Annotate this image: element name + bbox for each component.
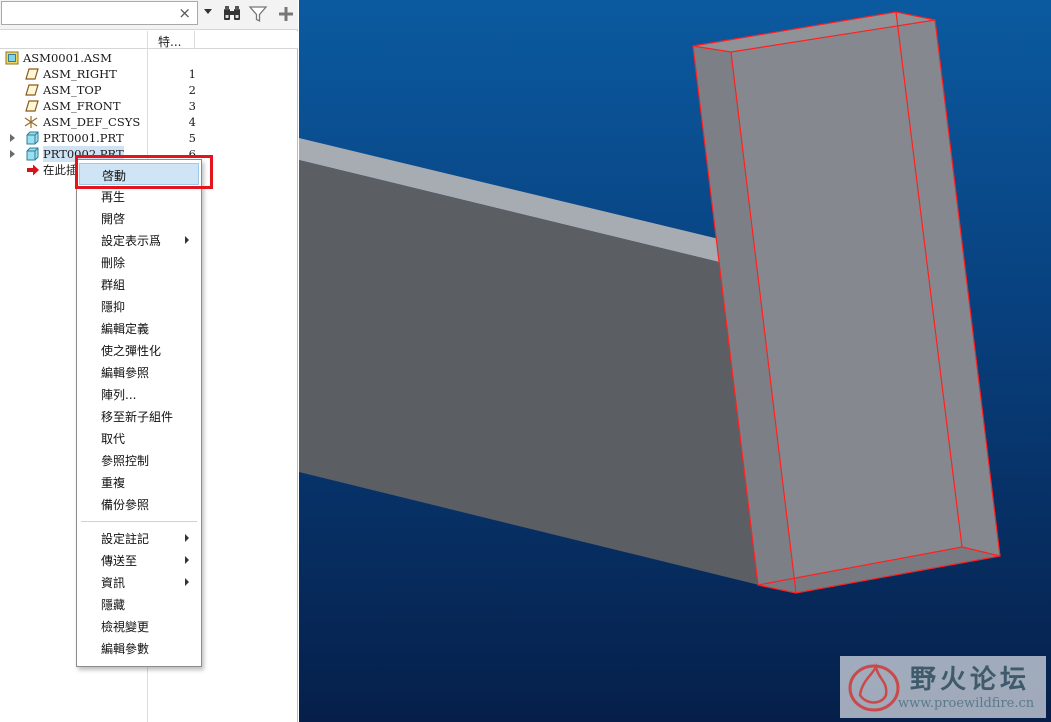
part-icon xyxy=(26,131,39,145)
clear-search-icon[interactable]: × xyxy=(178,3,191,23)
expand-arrow-icon[interactable] xyxy=(10,150,15,158)
tree-item-asm0001[interactable]: ASM0001.ASM xyxy=(0,50,297,66)
insert-here-arrow-icon xyxy=(27,164,39,176)
menu-item-delete[interactable]: 刪除 xyxy=(79,251,199,273)
menu-item-replace[interactable]: 取代 xyxy=(79,427,199,449)
menu-item-label: 隱藏 xyxy=(101,598,126,612)
menu-item-label: 刪除 xyxy=(101,256,126,270)
menu-item-label: 設定表示爲 xyxy=(101,234,162,248)
menu-item-pattern[interactable]: 陣列... xyxy=(79,383,199,405)
menu-item-label: 隱抑 xyxy=(101,300,126,314)
tree-item-label: PRT0001.PRT xyxy=(43,131,124,145)
graphics-viewport[interactable] xyxy=(299,0,1051,722)
menu-item-label: 移至新子組件 xyxy=(101,410,174,424)
menu-item-label: 再生 xyxy=(101,190,126,204)
menu-item-label: 資訊 xyxy=(101,576,126,590)
menu-item-label: 開啓 xyxy=(101,212,126,226)
feature-number: 1 xyxy=(188,67,196,81)
menu-separator xyxy=(81,521,197,522)
menu-item-label: 編輯定義 xyxy=(101,322,150,336)
search-input[interactable] xyxy=(4,4,174,22)
search-dropdown-icon[interactable] xyxy=(204,9,212,14)
expand-arrow-icon[interactable] xyxy=(10,134,15,142)
annotation-highlight-box xyxy=(75,155,213,189)
tree-item-asm-top[interactable]: ASM_TOP 2 xyxy=(0,82,297,98)
menu-item-label: 重複 xyxy=(101,476,126,490)
feature-number: 5 xyxy=(188,131,196,145)
watermark-url: www.proewildfire.cn xyxy=(898,696,1035,711)
tree-item-label: ASM_RIGHT xyxy=(43,67,117,81)
menu-item-label: 編輯參數 xyxy=(101,642,150,656)
menu-item-backup-references[interactable]: 備份參照 xyxy=(79,493,199,515)
filter-icon[interactable] xyxy=(248,4,268,24)
menu-item-label: 傳送至 xyxy=(101,554,138,568)
menu-item-label: 陣列... xyxy=(101,388,137,402)
part-icon xyxy=(26,147,39,161)
tree-item-asm-right[interactable]: ASM_RIGHT 1 xyxy=(0,66,297,82)
column-divider[interactable] xyxy=(194,31,195,49)
watermark: 野火论坛 www.proewildfire.cn xyxy=(840,656,1046,718)
submenu-arrow-icon xyxy=(185,534,189,542)
tree-item-asm-def-csys[interactable]: ASM_DEF_CSYS 4 xyxy=(0,114,297,130)
datum-plane-icon xyxy=(25,84,39,96)
submenu-arrow-icon xyxy=(185,236,189,244)
coordinate-system-icon xyxy=(24,116,38,128)
submenu-arrow-icon xyxy=(185,556,189,564)
submenu-arrow-icon xyxy=(185,578,189,586)
menu-item-hide[interactable]: 隱藏 xyxy=(79,593,199,615)
datum-plane-icon xyxy=(25,100,39,112)
tree-item-label: ASM_FRONT xyxy=(43,99,121,113)
tree-column-header: 特... xyxy=(0,31,298,49)
watermark-title: 野火论坛 xyxy=(910,665,1031,695)
feature-number: 4 xyxy=(188,115,196,129)
datum-plane-icon xyxy=(25,68,39,80)
menu-item-label: 取代 xyxy=(101,432,126,446)
menu-item-send-to[interactable]: 傳送至 xyxy=(79,549,199,571)
binoculars-icon[interactable] xyxy=(222,4,242,24)
menu-item-edit-parameters[interactable]: 編輯參數 xyxy=(79,637,199,659)
menu-item-reference-control[interactable]: 參照控制 xyxy=(79,449,199,471)
menu-item-set-representation[interactable]: 設定表示爲 xyxy=(79,229,199,251)
3d-model[interactable] xyxy=(299,0,1051,722)
menu-item-move-to-new-subassembly[interactable]: 移至新子組件 xyxy=(79,405,199,427)
feature-number: 2 xyxy=(188,83,196,97)
menu-item-set-annotations[interactable]: 設定註記 xyxy=(79,527,199,549)
menu-item-label: 參照控制 xyxy=(101,454,150,468)
tree-item-label: ASM_DEF_CSYS xyxy=(43,115,141,129)
assembly-icon xyxy=(5,51,19,65)
flame-logo-icon xyxy=(848,663,900,712)
menu-item-edit-references[interactable]: 編輯參照 xyxy=(79,361,199,383)
column-header-feature[interactable]: 特... xyxy=(158,33,181,50)
menu-item-info[interactable]: 資訊 xyxy=(79,571,199,593)
menu-item-repeat[interactable]: 重複 xyxy=(79,471,199,493)
menu-item-make-flexible[interactable]: 使之彈性化 xyxy=(79,339,199,361)
menu-item-label: 使之彈性化 xyxy=(101,344,162,358)
menu-item-label: 群組 xyxy=(101,278,126,292)
tree-item-prt0001[interactable]: PRT0001.PRT 5 xyxy=(0,130,297,146)
menu-item-label: 備份參照 xyxy=(101,498,150,512)
context-menu: 啓動 再生 開啓 設定表示爲 刪除 群組 隱抑 編輯定義 使之彈性化 編輯參照 … xyxy=(76,159,202,667)
menu-item-label: 檢視變更 xyxy=(101,620,150,634)
tree-item-label: ASM0001.ASM xyxy=(23,51,112,65)
model-tree-toolbar: × xyxy=(0,0,298,30)
menu-item-edit-definition[interactable]: 編輯定義 xyxy=(79,317,199,339)
search-box[interactable]: × xyxy=(1,1,198,25)
menu-item-label: 設定註記 xyxy=(101,532,150,546)
menu-item-open[interactable]: 開啓 xyxy=(79,207,199,229)
tree-item-asm-front[interactable]: ASM_FRONT 3 xyxy=(0,98,297,114)
plus-icon[interactable] xyxy=(276,4,296,24)
feature-number: 3 xyxy=(188,99,196,113)
menu-item-group[interactable]: 群組 xyxy=(79,273,199,295)
tree-item-label: ASM_TOP xyxy=(43,83,102,97)
menu-item-view-changes[interactable]: 檢視變更 xyxy=(79,615,199,637)
menu-item-label: 編輯參照 xyxy=(101,366,150,380)
menu-item-suppress[interactable]: 隱抑 xyxy=(79,295,199,317)
